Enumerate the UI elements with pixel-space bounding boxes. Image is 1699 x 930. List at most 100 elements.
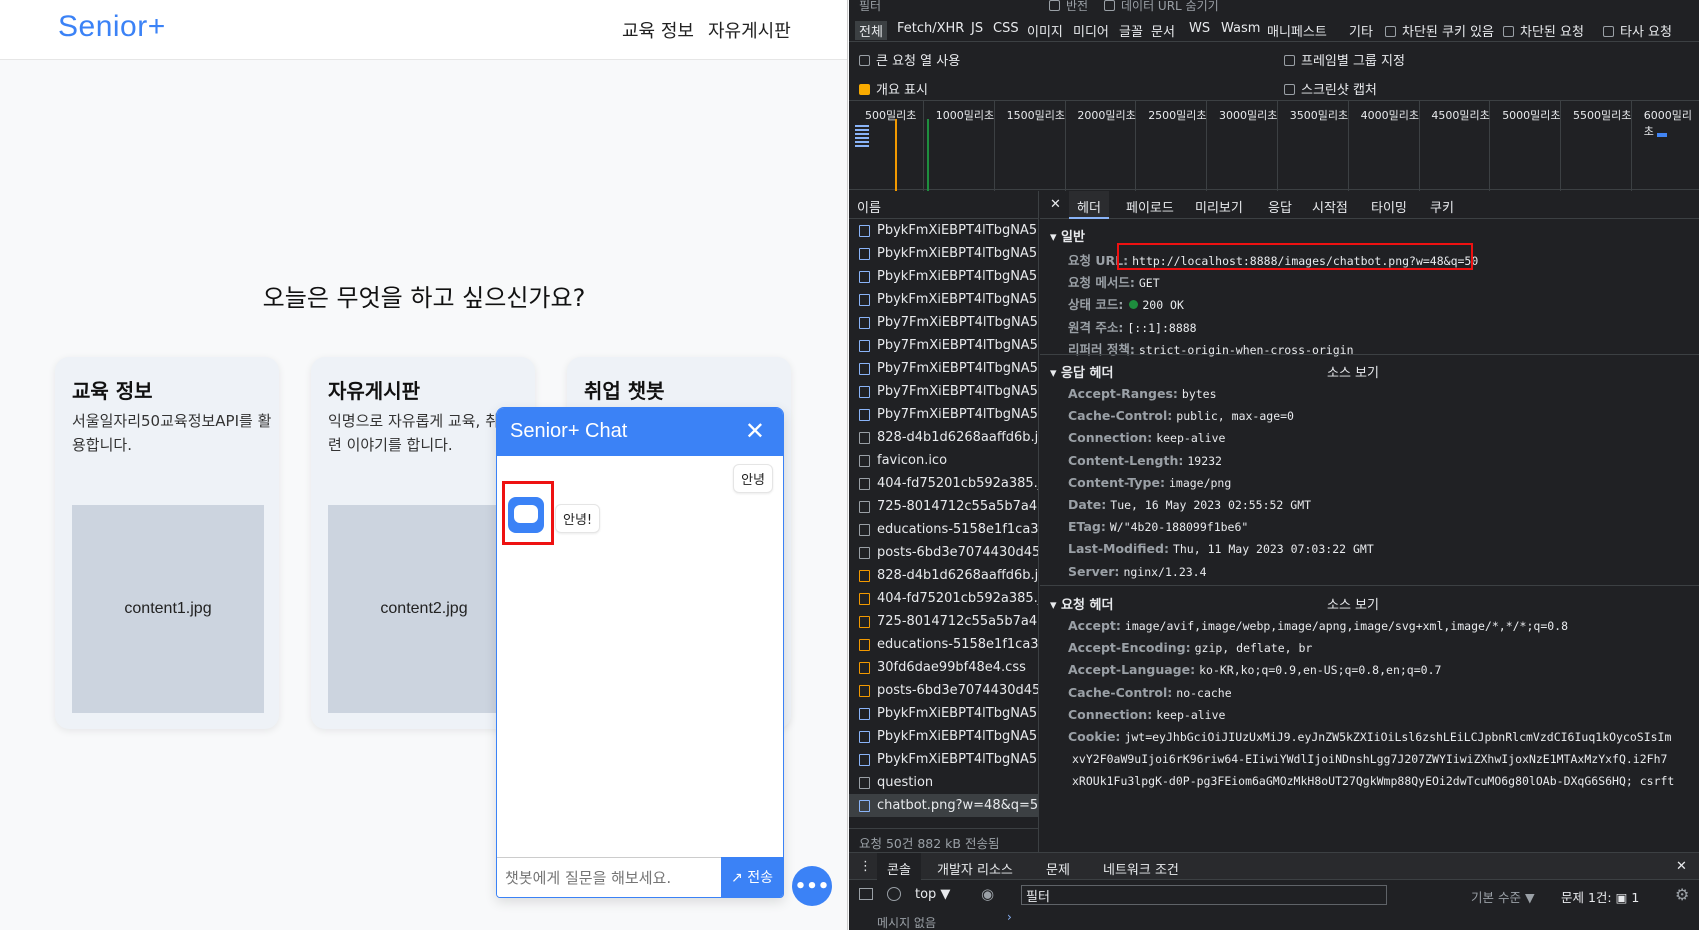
issues-counter[interactable]: 문제 1건: ▣ 1 [1561,887,1639,906]
request-row[interactable]: PbykFmXiEBPT4lTbgNA5... [849,288,1038,311]
network-overview[interactable]: 500밀리초 1000밀리초 1500밀리초 2000밀리초 2500밀리초 3000밀리… [849,100,1699,191]
response-headers-section[interactable]: ▾ 응답 헤더 [1050,362,1113,381]
card-education[interactable]: 교육 정보 서울일자리50교육정보API를 활용합니다. content1.jp… [55,357,279,729]
tab-payload[interactable]: 페이로드 [1126,197,1174,216]
request-row[interactable]: PbykFmXiEBPT4lTbgNA5... [849,219,1038,242]
invert-checkbox[interactable] [1049,0,1060,11]
close-drawer-icon[interactable]: ✕ [1676,859,1687,874]
type-chip[interactable]: WS [1189,21,1210,36]
overview-checkbox[interactable] [859,84,870,95]
tab-cookies[interactable]: 쿠키 [1430,197,1454,216]
view-source-link[interactable]: 소스 보기 [1327,362,1379,381]
type-chip[interactable]: JS [971,21,983,36]
request-row[interactable]: PbykFmXiEBPT4lTbgNA5... [849,725,1038,748]
send-button[interactable]: ↗ 전송 [721,857,783,897]
big-rows-label: 큰 요청 열 사용 [876,54,961,69]
js-file-icon [859,432,870,444]
request-row[interactable]: 404-fd75201cb592a385.js [849,587,1038,610]
type-chip[interactable]: CSS [993,21,1019,36]
header-row: 요청 메서드: GET [1068,272,1160,291]
name-column-header[interactable]: 이름 [849,191,1038,219]
chat-toggle-button[interactable]: ••• [792,866,832,906]
request-row[interactable]: 828-d4b1d6268aaffd6b.js [849,564,1038,587]
blocked-requests-checkbox[interactable] [1503,26,1514,37]
header-key: Accept-Encoding: [1068,640,1191,656]
doc-file-icon [859,317,870,329]
chat-widget: Senior+ Chat ✕ 안녕 안녕! ↗ 전송 [496,407,784,898]
type-chip[interactable]: Fetch/XHR [897,21,964,36]
site-logo[interactable]: Senior+ [58,10,166,44]
general-section[interactable]: ▾ 일반 [1050,226,1085,245]
log-level-select[interactable]: 기본 수준 ▼ [1471,887,1535,906]
view-source-link[interactable]: 소스 보기 [1327,594,1379,613]
tab-console[interactable]: 콘솔 [877,853,921,881]
request-row[interactable]: Pby7FmXiEBPT4lTbgNA5... [849,403,1038,426]
request-row[interactable]: 828-d4b1d6268aaffd6b.js [849,426,1038,449]
console-prompt-icon[interactable]: › [1007,910,1012,924]
request-headers-section[interactable]: ▾ 요청 헤더 [1050,594,1113,613]
request-row[interactable]: favicon.ico [849,449,1038,472]
nav-board[interactable]: 자유게시판 [708,17,791,43]
request-row[interactable]: PbykFmXiEBPT4lTbgNA5... [849,702,1038,725]
request-row[interactable]: 404-fd75201cb592a385.js [849,472,1038,495]
third-party-label: 타사 요청 [1620,25,1672,40]
tab-network-conditions[interactable]: 네트워크 조건 [1103,859,1179,878]
request-row[interactable]: 30fd6dae99bf48e4.css [849,656,1038,679]
request-row[interactable]: Pby7FmXiEBPT4lTbgNA5... [849,380,1038,403]
close-detail-icon[interactable]: ✕ [1050,197,1061,212]
request-row[interactable]: posts-6bd3e7074430d45... [849,679,1038,702]
request-row[interactable]: PbykFmXiEBPT4lTbgNA5... [849,265,1038,288]
request-row[interactable]: chatbot.png?w=48&q=50 [849,794,1038,817]
request-row[interactable]: Pby7FmXiEBPT4lTbgNA5... [849,311,1038,334]
console-filter-input[interactable]: 필터 [1021,885,1387,905]
request-row[interactable]: PbykFmXiEBPT4lTbgNA5... [849,242,1038,265]
big-rows-checkbox[interactable] [859,55,870,66]
request-row[interactable]: educations-5158e1f1ca3f... [849,518,1038,541]
drawer-menu-icon[interactable]: ⋮ [859,859,872,874]
card-title: 교육 정보 [72,379,153,403]
nav-education[interactable]: 교육 정보 [622,17,694,43]
filter-label[interactable]: 필터 [859,0,881,14]
header-row: Content-Type: image/png [1068,475,1231,490]
js-file-icon [859,478,870,490]
type-chip[interactable]: 매니페스트 [1267,21,1327,40]
chat-input[interactable] [497,857,721,897]
header-row: Content-Length: 19232 [1068,453,1222,468]
settings-gear-icon[interactable]: ⚙ [1675,885,1689,904]
type-chip-all[interactable]: 전체 [855,21,887,40]
request-row[interactable]: Pby7FmXiEBPT4lTbgNA5... [849,334,1038,357]
eye-icon[interactable]: ◉ [981,885,994,903]
type-chip[interactable]: 미디어 [1073,21,1109,40]
header-value: bytes [1181,387,1217,401]
tab-dev-resources[interactable]: 개발자 리소스 [937,859,1013,878]
request-name: Pby7FmXiEBPT4lTbgNA5... [877,315,1038,330]
request-name: 404-fd75201cb592a385.js [877,591,1038,606]
request-row[interactable]: posts-6bd3e7074430d45... [849,541,1038,564]
context-select[interactable]: top ▼ [915,887,950,902]
type-chip[interactable]: 이미지 [1027,21,1063,40]
type-chip[interactable]: 문서 [1151,21,1175,40]
request-row[interactable]: 725-8014712c55a5b7a4.js [849,610,1038,633]
request-row[interactable]: Pby7FmXiEBPT4lTbgNA5... [849,357,1038,380]
request-row[interactable]: educations-5158e1f1ca3f... [849,633,1038,656]
tab-initiator[interactable]: 시작점 [1312,197,1348,216]
sidebar-toggle-icon[interactable] [859,888,873,900]
hide-data-url-checkbox[interactable] [1104,0,1115,11]
request-row[interactable]: 725-8014712c55a5b7a4.js [849,495,1038,518]
clear-console-icon[interactable] [887,887,901,901]
tab-response[interactable]: 응답 [1268,197,1292,216]
type-chip[interactable]: 기타 [1349,21,1373,40]
tab-timing[interactable]: 타이밍 [1371,197,1407,216]
tab-preview[interactable]: 미리보기 [1195,197,1243,216]
type-chip[interactable]: 글꼴 [1119,21,1143,40]
tab-issues[interactable]: 문제 [1046,859,1070,878]
request-row[interactable]: question [849,771,1038,794]
screenshots-checkbox[interactable] [1284,84,1295,95]
tab-headers[interactable]: 헤더 [1069,191,1109,219]
close-icon[interactable]: ✕ [745,417,765,445]
group-frame-checkbox[interactable] [1284,55,1295,66]
type-chip[interactable]: Wasm [1221,21,1260,36]
blocked-cookies-checkbox[interactable] [1385,26,1396,37]
request-row[interactable]: PbykFmXiEBPT4lTbgNA5... [849,748,1038,771]
third-party-checkbox[interactable] [1603,26,1614,37]
